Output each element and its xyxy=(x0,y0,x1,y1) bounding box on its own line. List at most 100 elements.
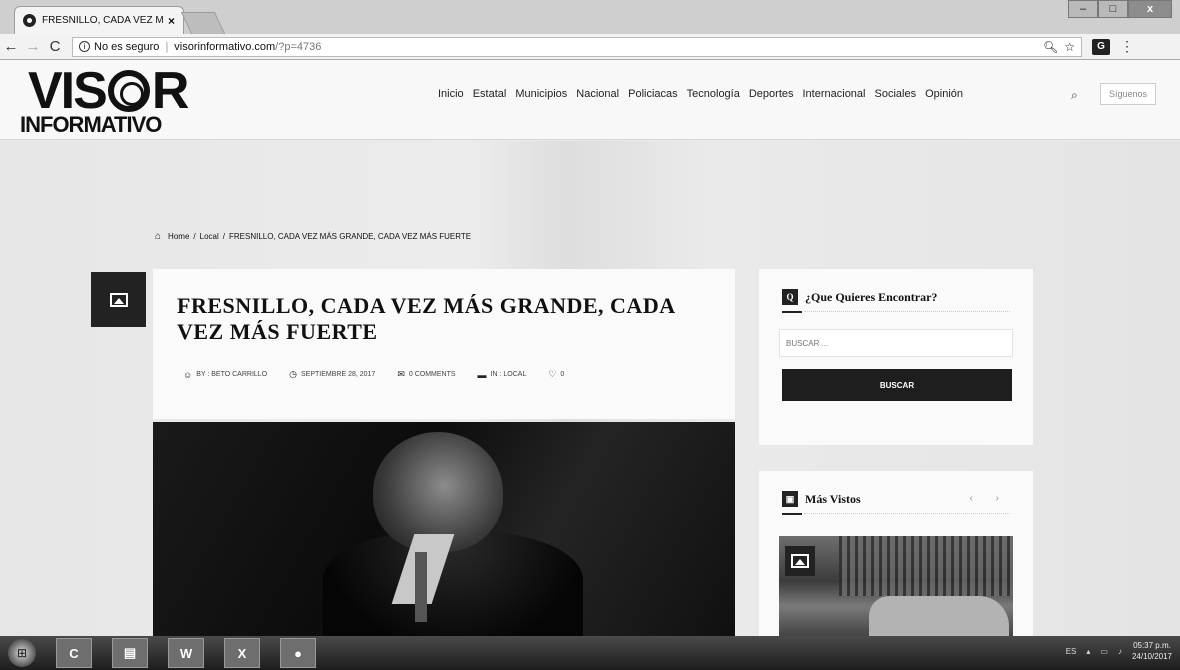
page-content: ⌂ Home / Local / FRESNILLO, CADA VEZ MÁS… xyxy=(0,141,1180,641)
url-host: visorinformativo.com xyxy=(174,40,276,53)
breadcrumb-home[interactable]: Home xyxy=(168,232,189,241)
os-taskbar: ⊞ C ▤ W X ● ES ▴ ▭ ♪ 05:37 p.m. 24/10/20… xyxy=(0,636,1180,670)
logo-subtext: INFORMATIVO xyxy=(20,112,162,137)
search-widget-heading: ¿Que Quieres Encontrar? xyxy=(805,289,938,304)
title-underline xyxy=(782,513,802,515)
site-favicon-icon xyxy=(23,14,36,27)
photo-tie xyxy=(415,552,427,622)
nav-item-internacional[interactable]: Internacional xyxy=(803,88,866,100)
taskbar-app-excel[interactable]: X xyxy=(224,638,260,668)
clock-icon: ◷ xyxy=(289,369,297,379)
browser-tabstrip: FRESNILLO, CADA VEZ M × – □ x xyxy=(0,0,1180,34)
breadcrumb-category[interactable]: Local xyxy=(200,232,219,241)
article-featured-image xyxy=(153,422,735,636)
nav-item-municipios[interactable]: Municipios xyxy=(515,88,567,100)
article-meta: ☺ BY : BETO CARRILLO ◷ SEPTIEMBRE 28, 2017… xyxy=(183,369,564,380)
info-icon[interactable]: i xyxy=(79,41,90,52)
site-header: VIS R INFORMATIVO Inicio Estatal Municip… xyxy=(0,60,1180,140)
reload-icon[interactable]: C xyxy=(44,38,66,55)
nav-item-deportes[interactable]: Deportes xyxy=(749,88,794,100)
article-category[interactable]: IN : LOCAL xyxy=(491,371,527,378)
logo-text-left: VIS xyxy=(28,62,108,120)
menu-icon[interactable]: ⋮ xyxy=(1120,38,1134,55)
site-search-icon[interactable]: ⌕ xyxy=(1071,88,1078,103)
taskbar-app-word[interactable]: W xyxy=(168,638,204,668)
address-separator: | xyxy=(165,40,169,53)
article-author[interactable]: BY : BETO CARRILLO xyxy=(196,371,267,378)
search-input[interactable] xyxy=(779,329,1013,357)
new-tab-button[interactable] xyxy=(180,12,226,34)
nav-item-opinion[interactable]: Opinión xyxy=(925,88,963,100)
security-label: No es seguro xyxy=(94,40,160,53)
image-icon xyxy=(785,546,815,576)
most-viewed-thumbnail[interactable] xyxy=(779,536,1013,636)
follow-button[interactable]: Síguenos xyxy=(1100,83,1156,105)
nav-item-nacional[interactable]: Nacional xyxy=(576,88,619,100)
system-tray: ES ▴ ▭ ♪ 05:37 p.m. 24/10/2017 xyxy=(1066,640,1172,662)
nav-item-tecnologia[interactable]: Tecnología xyxy=(687,88,740,100)
tab-close-icon[interactable]: × xyxy=(168,14,175,28)
user-icon: ☺ xyxy=(183,369,193,380)
breadcrumb-current: FRESNILLO, CADA VEZ MÁS GRANDE, CADA VEZ… xyxy=(228,232,472,241)
maximize-button[interactable]: □ xyxy=(1098,0,1128,18)
search-widget: Q ¿Que Quieres Encontrar? BUSCAR xyxy=(759,269,1033,445)
address-bar[interactable]: i No es seguro | visorinformativo.com /?… xyxy=(72,36,1082,57)
article-title: FRESNILLO, CADA VEZ MÁS GRANDE, CADA VEZ… xyxy=(177,293,675,344)
clock[interactable]: 05:37 p.m. 24/10/2017 xyxy=(1132,640,1172,662)
nav-item-sociales[interactable]: Sociales xyxy=(875,88,917,100)
zoom-icon[interactable]: 🔍︎ xyxy=(1043,40,1058,54)
taskbar-app-explorer[interactable]: ▤ xyxy=(112,638,148,668)
site-logo[interactable]: VIS R INFORMATIVO xyxy=(20,62,238,138)
window-controls: – □ x xyxy=(1068,0,1172,18)
clock-date: 24/10/2017 xyxy=(1131,652,1172,661)
volume-icon[interactable]: ♪ xyxy=(1118,647,1122,656)
aperture-icon xyxy=(107,70,150,112)
forward-icon[interactable]: → xyxy=(22,38,44,55)
main-nav: Inicio Estatal Municipios Nacional Polic… xyxy=(438,88,972,100)
article-header-card: FRESNILLO, CADA VEZ MÁS GRANDE, CADA VEZ… xyxy=(153,269,735,419)
home-icon: ⌂ xyxy=(155,231,162,242)
nav-item-estatal[interactable]: Estatal xyxy=(473,88,507,100)
browser-tab[interactable]: FRESNILLO, CADA VEZ M × xyxy=(14,6,184,34)
thumbnail-background xyxy=(839,536,1013,596)
search-widget-title: Q ¿Que Quieres Encontrar? xyxy=(782,289,937,305)
breadcrumb: ⌂ Home / Local / FRESNILLO, CADA VEZ MÁS… xyxy=(155,231,471,242)
url-path: /?p=4736 xyxy=(275,40,322,53)
title-divider xyxy=(804,311,1010,312)
title-underline xyxy=(782,311,802,313)
taskbar-app-media[interactable]: ● xyxy=(280,638,316,668)
extension-icon[interactable]: G xyxy=(1092,38,1110,55)
back-icon[interactable]: ← xyxy=(0,38,22,55)
taskbar-app-chrome[interactable]: C xyxy=(56,638,92,668)
close-window-button[interactable]: x xyxy=(1128,0,1172,18)
minimize-button[interactable]: – xyxy=(1068,0,1098,18)
nav-item-policiacas[interactable]: Policiacas xyxy=(628,88,678,100)
breadcrumb-separator: / xyxy=(222,232,225,241)
article-likes: 0 xyxy=(560,371,565,378)
article-date: SEPTIEMBRE 28, 2017 xyxy=(301,371,376,378)
browser-toolbar: ← → C i No es seguro | visorinformativo.… xyxy=(0,34,1180,60)
clock-time: 05:37 p.m. xyxy=(1133,641,1171,650)
folder-icon: ▬ xyxy=(477,369,487,380)
most-viewed-widget: ▣ Más Vistos ‹ › xyxy=(759,471,1033,641)
search-icon: Q xyxy=(782,289,798,305)
heart-icon[interactable]: ♡ xyxy=(548,369,556,380)
image-icon xyxy=(109,292,128,307)
comment-icon: ✉ xyxy=(397,369,405,379)
tab-title: FRESNILLO, CADA VEZ M xyxy=(42,15,164,26)
tray-expand-icon[interactable]: ▴ xyxy=(1086,647,1090,656)
language-indicator[interactable]: ES xyxy=(1066,647,1077,656)
post-format-image-icon xyxy=(91,272,146,327)
network-icon[interactable]: ▭ xyxy=(1100,647,1108,656)
most-viewed-title: ▣ Más Vistos xyxy=(782,491,861,507)
nav-item-inicio[interactable]: Inicio xyxy=(438,88,464,100)
star-icon[interactable]: ☆ xyxy=(1064,40,1075,54)
search-button[interactable]: BUSCAR xyxy=(782,369,1012,401)
carousel-arrows-icon[interactable]: ‹ › xyxy=(970,493,1009,504)
title-divider xyxy=(804,513,1010,514)
breadcrumb-separator: / xyxy=(193,232,196,241)
article-comments[interactable]: 0 COMMENTS xyxy=(409,371,456,378)
film-icon: ▣ xyxy=(782,491,798,507)
start-button[interactable]: ⊞ xyxy=(8,639,36,667)
most-viewed-heading: Más Vistos xyxy=(805,491,861,506)
